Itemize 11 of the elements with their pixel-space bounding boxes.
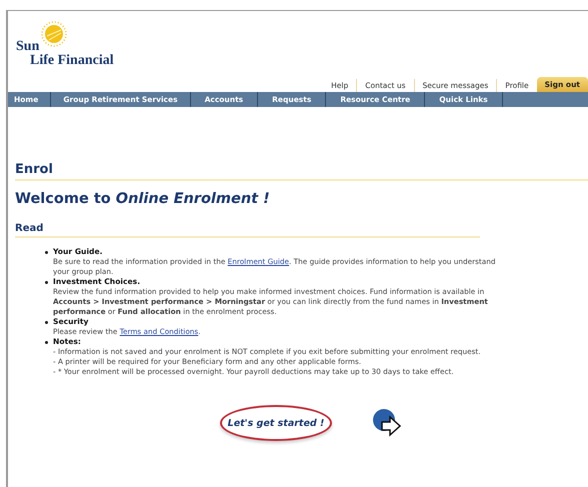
welcome-heading: Welcome to Online Enrolment !: [15, 191, 271, 207]
sun-icon: [41, 21, 67, 47]
bullet-icon: [45, 251, 48, 254]
page-title: Enrol: [15, 162, 588, 181]
start-button[interactable]: Let's get started !: [220, 405, 332, 441]
bullet-icon: [45, 341, 48, 344]
logo-text: Life Financial: [30, 53, 114, 69]
section-title: Read: [15, 223, 480, 238]
bullet-icon: [45, 321, 48, 324]
logo-text: Sun: [16, 39, 40, 54]
bullet-icon: [45, 281, 48, 284]
